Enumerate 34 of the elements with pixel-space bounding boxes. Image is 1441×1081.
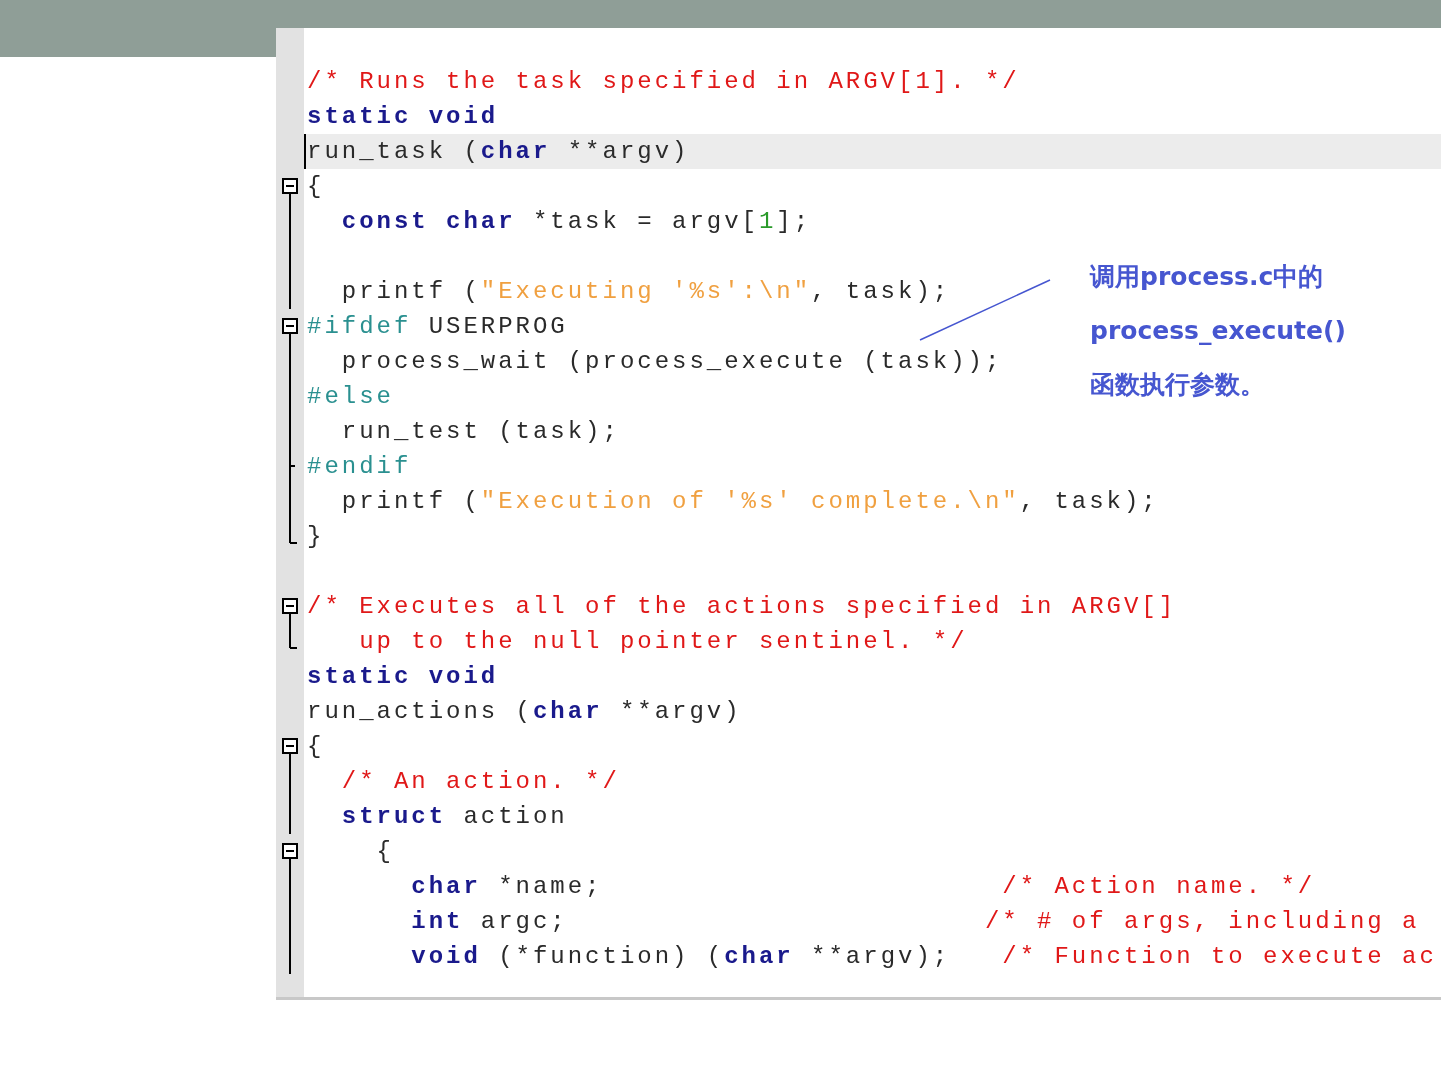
code-line: struct action: [340, 802, 568, 832]
code-line: const char *task = argv[1];: [340, 207, 812, 237]
code-line: /* An action. */: [340, 767, 620, 797]
code-line: {: [306, 732, 325, 762]
code-line: printf ("Executing '%s':\n", task);: [340, 277, 951, 307]
fold-end-icon: [289, 624, 298, 649]
code-line: int argc; /* # of args, including a: [410, 907, 1420, 937]
code-line: char *name; /* Action name. */: [410, 872, 1316, 902]
code-line: /* Executes all of the actions specified in ARGV[]: [306, 592, 1177, 622]
fold-end-icon: [289, 519, 298, 544]
fold-toggle-icon[interactable]: [282, 843, 298, 869]
code-line: #ifdef USERPROG: [306, 312, 568, 342]
fold-toggle-icon[interactable]: [282, 738, 298, 764]
code-line: process_wait (process_execute (task));: [340, 347, 1003, 377]
code-line: /* Runs the task specified in ARGV[1]. */: [306, 67, 1020, 97]
code-line: {: [375, 837, 394, 867]
code-line: run_actions (char **argv): [306, 697, 742, 727]
fold-toggle-icon[interactable]: [282, 178, 298, 204]
code-line: }: [306, 522, 325, 552]
fold-toggle-icon[interactable]: [282, 598, 298, 624]
fold-toggle-icon[interactable]: [282, 318, 298, 344]
annotation-text: 调用process.c中的: [1090, 261, 1325, 293]
code-line: #endif: [306, 452, 412, 482]
code-line: {: [306, 172, 325, 202]
code-line: static void: [306, 102, 499, 132]
annotation-text: 函数执行参数。: [1090, 369, 1266, 401]
annotation-text: process_execute(): [1090, 315, 1346, 347]
code-line: up to the null pointer sentinel. */: [358, 627, 968, 657]
code-line: run_test (task);: [340, 417, 620, 447]
code-line: #else: [306, 382, 394, 412]
code-line: printf ("Execution of '%s' complete.\n", task);: [340, 487, 1159, 517]
code-line: void (*function) (char **argv); /* Function to execute ac: [410, 942, 1437, 972]
code-line: static void: [306, 662, 499, 692]
code-line: run_task (char **argv): [304, 134, 690, 169]
